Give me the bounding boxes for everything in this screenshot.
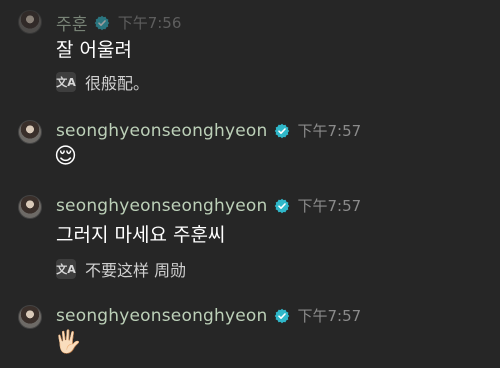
message-text: 그러지 마세요 주훈씨 — [56, 224, 226, 246]
message-header: seonghyeonseonghyeon 下午7:57 — [56, 305, 361, 326]
sender-name[interactable]: 주훈 — [56, 10, 88, 35]
verified-badge-icon — [274, 198, 289, 213]
translate-icon[interactable]: 文A — [56, 259, 76, 279]
verified-badge-icon — [94, 15, 109, 30]
sender-name[interactable]: seonghyeonseonghyeon — [56, 121, 268, 141]
message-timestamp: 下午7:57 — [297, 307, 362, 325]
avatar[interactable] — [18, 305, 42, 329]
avatar[interactable] — [18, 10, 42, 34]
translation-row: 文A 不要这样 周勋 — [56, 257, 186, 281]
message-text: 잘 어울려 — [56, 39, 132, 61]
translation-row: 文A 很般配。 — [56, 70, 149, 94]
message-header: seonghyeonseonghyeon 下午7:57 — [56, 195, 361, 216]
message-emoji: 🖐🏻 — [54, 330, 82, 355]
sender-name[interactable]: seonghyeonseonghyeon — [56, 196, 268, 216]
message-timestamp: 下午7:57 — [297, 122, 362, 140]
message-timestamp: 下午7:57 — [297, 197, 362, 215]
message-emoji: 😌 — [54, 144, 77, 169]
translation-text: 很般配。 — [85, 74, 150, 93]
avatar[interactable] — [18, 195, 42, 219]
translation-text: 不要这样 周勋 — [85, 261, 187, 280]
message-timestamp: 下午7:56 — [117, 14, 182, 32]
translate-icon[interactable]: 文A — [56, 72, 76, 92]
verified-badge-icon — [274, 123, 289, 138]
verified-badge-icon — [274, 308, 289, 323]
message-header: seonghyeonseonghyeon 下午7:57 — [56, 120, 361, 141]
message-header: 주훈 下午7:56 — [56, 10, 181, 35]
avatar[interactable] — [18, 120, 42, 144]
sender-name[interactable]: seonghyeonseonghyeon — [56, 306, 268, 326]
